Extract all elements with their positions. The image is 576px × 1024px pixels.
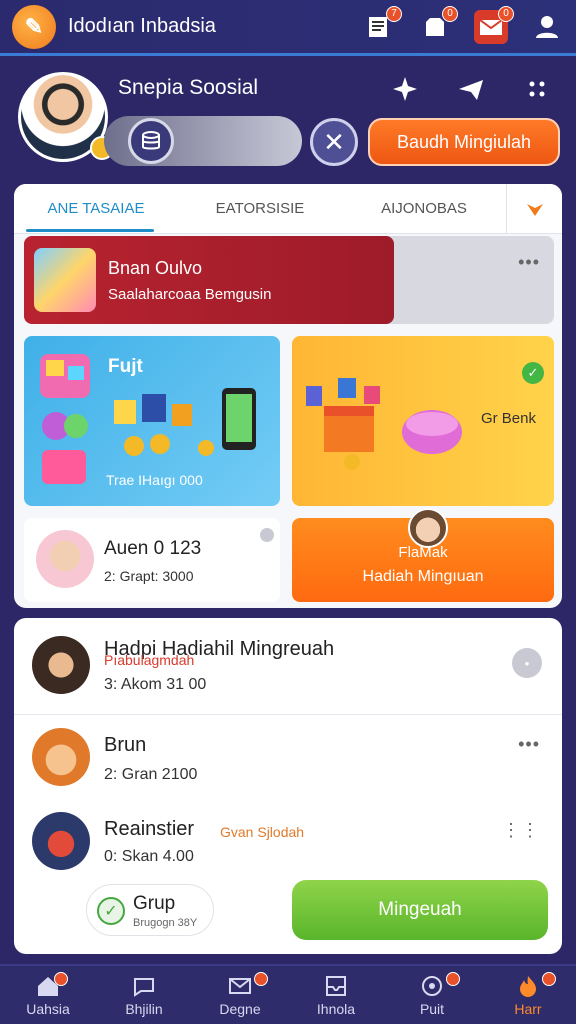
list-avatar xyxy=(32,812,90,870)
gift-illustration xyxy=(306,378,462,470)
nav-badge xyxy=(54,972,68,986)
plane-icon[interactable] xyxy=(454,72,488,106)
featured-title: Bnan Oulvo xyxy=(108,258,203,278)
app-title: Idodıan Inbadsia xyxy=(68,15,216,37)
list-item[interactable]: Brun 2: Gran 2100 ••• xyxy=(14,714,562,800)
user-icon[interactable] xyxy=(530,10,564,44)
list-item-title: Reainstier xyxy=(104,818,195,840)
reward-avatar xyxy=(408,508,448,548)
kid-avatar xyxy=(36,530,94,588)
nav-label: Uahsia xyxy=(26,1001,70,1017)
list-avatar xyxy=(32,636,90,694)
tab-1[interactable]: ANE TASAIAE xyxy=(14,184,178,234)
featured-banner: Bnan Oulvo Saalaharcoaa Bemgusin xyxy=(24,236,394,324)
list-card: Hadpi Hadiahil Mingreuah Pıabulagmdah 3:… xyxy=(14,618,562,954)
mail-icon[interactable]: 0 xyxy=(474,5,514,44)
more-dots-icon[interactable]: ⋮⋮ xyxy=(502,820,540,841)
nav-label: Harr xyxy=(514,1001,542,1017)
app-logo-icon[interactable]: ✎ xyxy=(12,4,56,49)
close-button[interactable]: ✕ xyxy=(310,118,358,166)
mail-badge: 0 xyxy=(498,5,514,22)
list-item-subtitle: 0: Skan 4.00 xyxy=(104,848,194,865)
blue-tile[interactable]: Fujt Trae IHaıgı 000 xyxy=(24,336,280,506)
tab-3[interactable]: AIJONOBAS xyxy=(342,184,506,234)
group-chip-subtitle: Brugogn 38Y xyxy=(133,917,198,929)
nav-badge xyxy=(446,972,460,986)
list-item-title: Brun xyxy=(104,734,147,756)
featured-row[interactable]: Bnan Oulvo Saalaharcoaa Bemgusin ••• xyxy=(24,236,554,324)
list-item-accent: Gvan Sjlodah xyxy=(220,824,305,840)
tab-fire-icon[interactable] xyxy=(506,184,562,234)
shop-icon[interactable]: 0 xyxy=(418,5,458,44)
phone-illustration xyxy=(114,388,256,456)
tab-bar: ANE TASAIAE EATORSISIE AIJONOBAS xyxy=(14,184,562,234)
sparkle-icon[interactable] xyxy=(388,72,422,106)
blue-tile-title: Fujt xyxy=(108,356,143,377)
mail-icon xyxy=(229,978,251,994)
more-dots-icon[interactable]: ••• xyxy=(518,734,540,755)
list-item-subtitle: 2: Gran 2100 xyxy=(104,766,198,783)
nav-bhjilin[interactable]: Bhjilin xyxy=(96,966,192,1024)
nav-degne[interactable]: Degne xyxy=(192,966,288,1024)
nav-badge xyxy=(542,972,556,986)
group-chip[interactable]: ✓ Grup Brugogn 38Y xyxy=(86,884,214,936)
info-dot-icon[interactable] xyxy=(260,528,274,542)
white-tile-subtitle: 2: Grapt: 3000 xyxy=(104,568,194,584)
orange-tile[interactable]: FlaMak Hadiah Mingıuan xyxy=(292,508,554,602)
more-icon[interactable] xyxy=(520,72,554,106)
list-item[interactable]: Reainstier Gvan Sjlodah 0: Skan 4.00 ⋮⋮ xyxy=(14,800,562,880)
list-item[interactable]: Hadpi Hadiahil Mingreuah Pıabulagmdah 3:… xyxy=(14,618,562,714)
shop-badge: 0 xyxy=(442,5,458,22)
database-icon[interactable] xyxy=(128,118,174,164)
nav-puit[interactable]: Puit xyxy=(384,966,480,1024)
list-item-subtitle: 3: Akom 31 00 xyxy=(104,676,207,693)
white-tile-title: Auen 0 123 xyxy=(104,538,202,559)
yellow-tile-label: Gr Benk xyxy=(480,410,536,427)
info-icon[interactable]: • xyxy=(512,648,542,678)
tasks-icon[interactable]: 7 xyxy=(362,5,402,44)
top-bar: ✎ Idodıan Inbadsia 7 0 0 xyxy=(0,0,576,56)
fire-icon xyxy=(520,976,536,997)
white-tile[interactable]: Auen 0 123 2: Grapt: 3000 xyxy=(24,518,280,602)
featured-subtitle: Saalaharcoaa Bemgusin xyxy=(108,286,272,303)
nav-label: Degne xyxy=(219,1001,261,1017)
action-button[interactable]: Baudh Mingiulah xyxy=(368,118,560,166)
check-icon: ✓ xyxy=(522,362,544,384)
nav-label: Puit xyxy=(419,1001,445,1017)
nav-label: Bhjilin xyxy=(125,1001,163,1017)
inbox-icon xyxy=(326,976,346,996)
more-dots-icon[interactable]: ••• xyxy=(518,252,540,273)
claim-button[interactable]: Mingeuah xyxy=(292,880,548,940)
profile-section: Snepia Soosial ✕ Baudh Mingiulah xyxy=(16,68,560,172)
list-avatar xyxy=(32,728,90,786)
main-card: ANE TASAIAE EATORSISIE AIJONOBAS Bnan Ou… xyxy=(14,184,562,608)
group-chip-title: Grup xyxy=(133,893,176,914)
orange-tile-title: FlaMak xyxy=(398,544,448,561)
blue-tile-subtitle: Trae IHaıgı 000 xyxy=(106,472,203,488)
nav-ihnola[interactable]: Ihnola xyxy=(288,966,384,1024)
yellow-tile[interactable]: ✓ Gr Benk xyxy=(292,336,554,506)
game-icons xyxy=(40,354,90,484)
bottom-nav: Uahsia Bhjilin Degne Ihnola Puit Harr xyxy=(0,964,576,1024)
nav-harr[interactable]: Harr xyxy=(480,966,576,1024)
profile-name: Snepia Soosial xyxy=(118,76,259,99)
chat-icon xyxy=(134,978,154,997)
check-icon: ✓ xyxy=(97,897,125,925)
nav-label: Ihnola xyxy=(316,1001,356,1017)
orange-tile-subtitle: Hadiah Mingıuan xyxy=(362,568,484,585)
target-icon xyxy=(422,976,442,996)
tab-2[interactable]: EATORSISIE xyxy=(178,184,342,234)
nav-badge xyxy=(254,972,268,986)
featured-thumbnail xyxy=(34,248,96,312)
list-item-accent: Pıabulagmdah xyxy=(104,652,195,668)
nav-home[interactable]: Uahsia xyxy=(0,966,96,1024)
tasks-badge: 7 xyxy=(386,5,402,22)
